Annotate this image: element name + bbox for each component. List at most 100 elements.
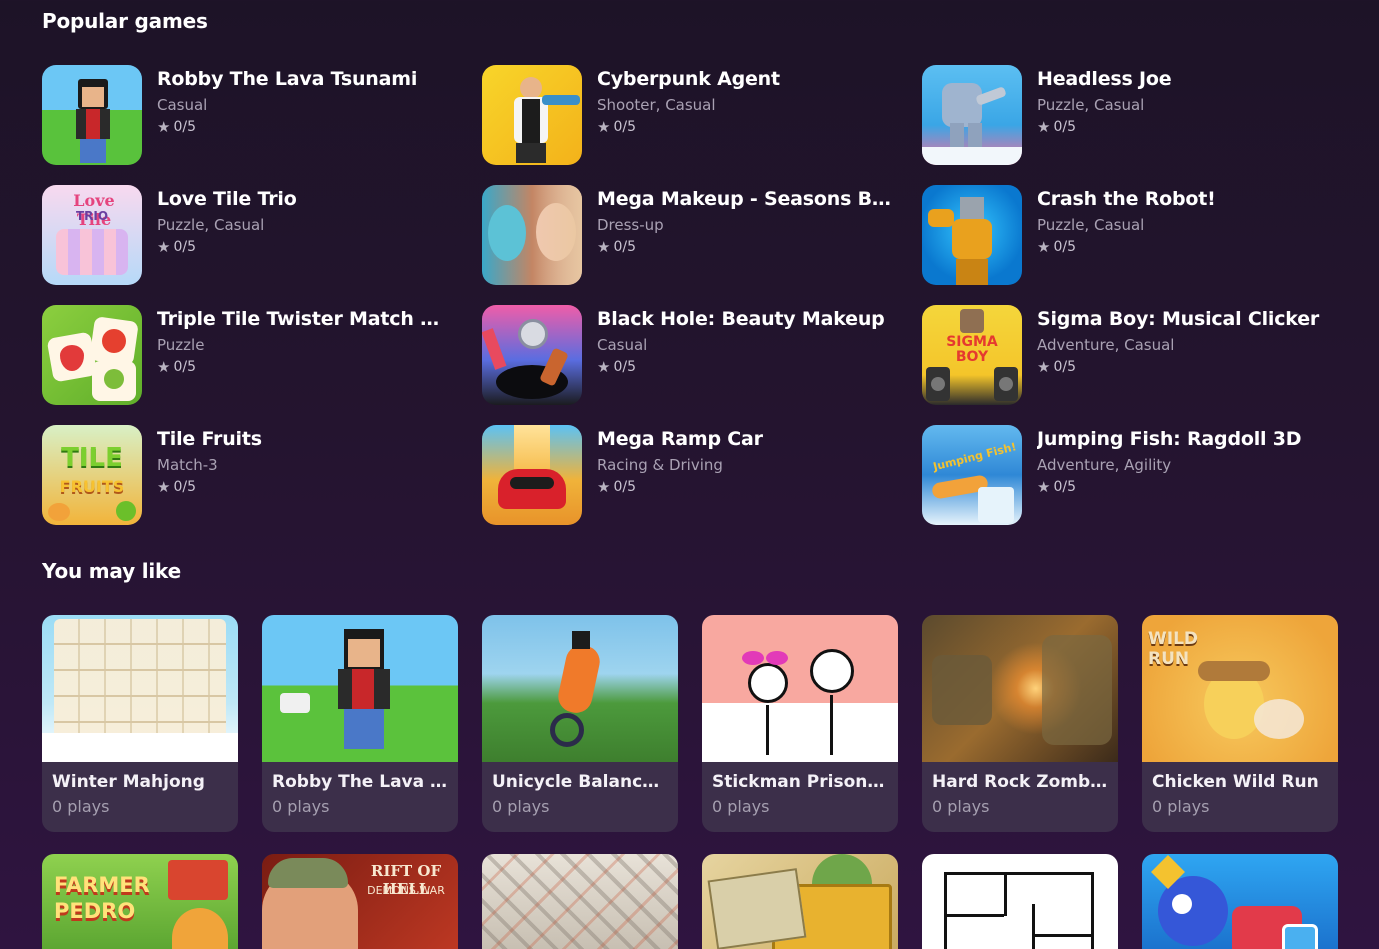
star-icon: ★ [597,357,611,376]
rating-value: 0/5 [613,119,636,135]
thumb-logo-text: Jumping Fish! [931,440,1018,474]
game-thumbnail[interactable]: Love Tile TRIO [42,185,142,285]
game-title[interactable]: Black Hole: Beauty Makeup [597,308,892,330]
thumb-logo-text: TILE [61,443,123,473]
game-title[interactable]: Mega Ramp Car [597,428,892,450]
card-thumbnail[interactable]: FARMER PEDRO [42,854,238,949]
game-tags: Puzzle, Casual [1037,96,1145,114]
game-thumbnail[interactable] [482,305,582,405]
card-thumbnail[interactable] [1142,854,1338,949]
game-rating: ★ 0/5 [1037,359,1337,375]
game-tags: Dress-up [597,216,664,234]
card-thumbnail[interactable] [922,854,1118,949]
card-title[interactable]: Chicken Wild Run [1152,772,1328,792]
you-may-like-grid: Winter Mahjong 0 plays Robby The Lava T.… [42,615,1338,949]
thumb-logo-text: FARMER PEDRO [54,873,150,923]
rating-value: 0/5 [1053,359,1076,375]
game-card[interactable]: Unicycle Balance ... 0 plays [482,615,678,832]
card-thumbnail[interactable] [482,854,678,949]
popular-game-item[interactable]: TILE FRUITS Tile Fruits Match-3 ★ 0/5 [42,425,482,525]
card-thumbnail[interactable]: WILD RUN [1142,615,1338,762]
popular-game-item[interactable]: Jumping Fish! Jumping Fish: Ragdoll 3D A… [922,425,1362,525]
game-title[interactable]: Mega Makeup - Seasons Best [597,188,892,210]
card-thumbnail[interactable] [702,615,898,762]
game-card[interactable]: Robby The Lava T... 0 plays [262,615,458,832]
game-title[interactable]: Sigma Boy: Musical Clicker [1037,308,1332,330]
rating-value: 0/5 [173,479,196,495]
popular-game-item[interactable]: Robby The Lava Tsunami Casual ★ 0/5 [42,65,482,165]
thumb-logo-subtext: FRUITS [59,477,125,496]
game-card[interactable]: Winter Mahjong 0 plays [42,615,238,832]
popular-game-item[interactable]: Mega Makeup - Seasons Best Dress-up ★ 0/5 [482,185,922,285]
game-thumbnail[interactable] [42,65,142,165]
thumb-logo-text: SIGMA BOY [946,334,998,365]
game-card[interactable] [922,854,1118,949]
game-thumbnail[interactable] [482,65,582,165]
rating-value: 0/5 [1053,119,1076,135]
game-card[interactable]: FARMER PEDRO [42,854,238,949]
card-thumbnail[interactable] [262,615,458,762]
card-title[interactable]: Robby The Lava T... [272,772,448,792]
game-card[interactable]: Hard Rock Zombi... 0 plays [922,615,1118,832]
game-card[interactable] [702,854,898,949]
game-title[interactable]: Robby The Lava Tsunami [157,68,452,90]
game-thumbnail[interactable] [922,185,1022,285]
card-thumbnail[interactable] [922,615,1118,762]
game-tags: Shooter, Casual [597,96,716,114]
game-title[interactable]: Jumping Fish: Ragdoll 3D [1037,428,1332,450]
game-thumbnail[interactable] [42,305,142,405]
popular-game-item[interactable]: Black Hole: Beauty Makeup Casual ★ 0/5 [482,305,922,405]
rating-value: 0/5 [613,479,636,495]
popular-game-item[interactable]: Headless Joe Puzzle, Casual ★ 0/5 [922,65,1362,165]
rating-value: 0/5 [173,359,196,375]
card-plays: 0 plays [52,797,110,816]
card-title[interactable]: Hard Rock Zombi... [932,772,1108,792]
game-card[interactable]: WILD RUN Chicken Wild Run 0 plays [1142,615,1338,832]
game-thumbnail[interactable]: TILE FRUITS [42,425,142,525]
rating-value: 0/5 [1053,479,1076,495]
card-thumbnail[interactable] [702,854,898,949]
game-title[interactable]: Headless Joe [1037,68,1332,90]
rating-value: 0/5 [1053,239,1076,255]
popular-game-item[interactable]: Cyberpunk Agent Shooter, Casual ★ 0/5 [482,65,922,165]
popular-game-item[interactable]: Triple Tile Twister Match Ga... Puzzle ★… [42,305,482,405]
popular-game-item[interactable]: Mega Ramp Car Racing & Driving ★ 0/5 [482,425,922,525]
card-plays: 0 plays [1152,797,1210,816]
game-tags: Match-3 [157,456,218,474]
game-card[interactable]: RIFT OF HELL DEMONS WAR [262,854,458,949]
star-icon: ★ [157,237,171,256]
game-tags: Racing & Driving [597,456,723,474]
popular-game-item[interactable]: SIGMA BOY Sigma Boy: Musical Clicker Adv… [922,305,1362,405]
card-title[interactable]: Unicycle Balance ... [492,772,668,792]
game-title[interactable]: Cyberpunk Agent [597,68,892,90]
game-thumbnail[interactable] [482,185,582,285]
game-thumbnail[interactable]: Jumping Fish! [922,425,1022,525]
rating-value: 0/5 [613,359,636,375]
star-icon: ★ [1037,237,1051,256]
card-thumbnail[interactable] [482,615,678,762]
game-thumbnail[interactable]: SIGMA BOY [922,305,1022,405]
game-card[interactable] [1142,854,1338,949]
game-title[interactable]: Triple Tile Twister Match Ga... [157,308,452,330]
popular-game-item[interactable]: Love Tile TRIO Love Tile Trio Puzzle, Ca… [42,185,482,285]
game-thumbnail[interactable] [922,65,1022,165]
card-thumbnail[interactable]: RIFT OF HELL DEMONS WAR [262,854,458,949]
game-tags: Puzzle [157,336,205,354]
game-rating: ★ 0/5 [157,239,457,255]
thumb-logo-subtext: DEMONS WAR [367,884,445,897]
card-plays: 0 plays [712,797,770,816]
card-title[interactable]: Stickman Prison a... [712,772,888,792]
game-card[interactable] [482,854,678,949]
star-icon: ★ [157,477,171,496]
game-tags: Casual [597,336,648,354]
game-card[interactable]: Stickman Prison a... 0 plays [702,615,898,832]
game-title[interactable]: Love Tile Trio [157,188,452,210]
card-title[interactable]: Winter Mahjong [52,772,228,792]
game-rating: ★ 0/5 [597,479,897,495]
game-title[interactable]: Tile Fruits [157,428,452,450]
game-thumbnail[interactable] [482,425,582,525]
card-thumbnail[interactable] [42,615,238,762]
game-title[interactable]: Crash the Robot! [1037,188,1332,210]
popular-game-item[interactable]: Crash the Robot! Puzzle, Casual ★ 0/5 [922,185,1362,285]
game-rating: ★ 0/5 [1037,119,1337,135]
